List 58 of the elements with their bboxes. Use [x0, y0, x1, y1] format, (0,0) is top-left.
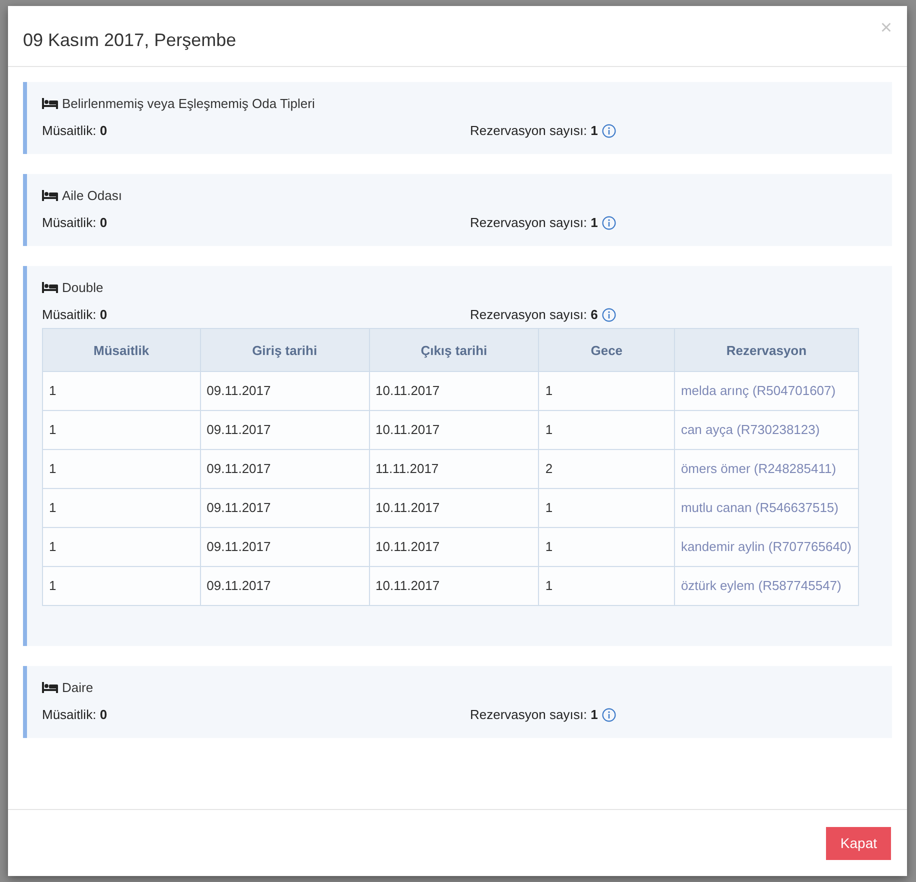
table-cell: 1 [42, 528, 200, 566]
bed-icon [42, 190, 58, 201]
info-icon[interactable] [602, 124, 616, 138]
table-cell: 11.11.2017 [369, 450, 539, 488]
reservation-count-text: Rezervasyon sayısı: 1 [470, 215, 598, 230]
table-cell: 10.11.2017 [369, 566, 539, 606]
reservation-link[interactable]: ömers ömer (R248285411) [680, 461, 836, 476]
reservation-count-text: Rezervasyon sayısı: 1 [470, 707, 598, 722]
table-cell: 1 [42, 488, 200, 528]
table-cell: 1 [538, 488, 674, 528]
reservation-link[interactable]: melda arınç (R504701607) [680, 383, 836, 398]
table-cell: 09.11.2017 [200, 528, 370, 566]
availability-text: Müsaitlik: 0 [42, 707, 108, 722]
column-header: Çıkış tarihi [369, 328, 539, 372]
room-type-name: Belirlenmemiş veya Eşleşmemiş Oda Tipleri [62, 96, 315, 111]
info-icon[interactable] [602, 308, 616, 322]
room-type-name: Daire [62, 680, 94, 695]
table-cell: 1 [42, 566, 200, 606]
table-cell: 10.11.2017 [369, 410, 539, 450]
table-cell: 09.11.2017 [200, 410, 370, 450]
table-cell: 1 [538, 410, 674, 450]
table-cell: 09.11.2017 [200, 450, 370, 488]
room-type-name: Double [62, 280, 104, 295]
availability-text: Müsaitlik: 0 [42, 215, 108, 230]
table-cell: 1 [538, 372, 674, 410]
table-cell: 10.11.2017 [369, 528, 539, 566]
table-cell: 09.11.2017 [200, 488, 370, 528]
bed-icon [42, 282, 58, 293]
info-icon[interactable] [602, 708, 616, 722]
column-header: Rezervasyon [674, 328, 858, 372]
availability-text: Müsaitlik: 0 [42, 123, 108, 138]
table-cell: 09.11.2017 [200, 372, 370, 410]
close-button[interactable]: × [880, 18, 892, 38]
column-header: Gece [538, 328, 674, 372]
close-button[interactable]: Kapat [826, 826, 891, 860]
reservation-count-text: Rezervasyon sayısı: 6 [470, 307, 598, 322]
table-cell: 2 [538, 450, 674, 488]
info-icon[interactable] [602, 216, 616, 230]
reservation-link[interactable]: öztürk eylem (R587745547) [680, 578, 842, 593]
modal-title: 09 Kasım 2017, Perşembe [23, 30, 236, 50]
table-cell: 09.11.2017 [200, 566, 370, 606]
table-cell: 1 [42, 450, 200, 488]
column-header: Giriş tarihi [200, 328, 370, 372]
reservation-link[interactable]: mutlu canan (R546637515) [680, 500, 838, 515]
table-cell: 10.11.2017 [369, 372, 539, 410]
column-header: Müsaitlik [42, 328, 200, 372]
reservation-link[interactable]: kandemir aylin (R707765640) [680, 539, 852, 554]
reservation-link[interactable]: can ayça (R730238123) [680, 422, 820, 437]
bed-icon [42, 98, 58, 109]
table-cell: 1 [538, 528, 674, 566]
table-cell: 1 [538, 566, 674, 606]
table-cell: 1 [42, 410, 200, 450]
bed-icon [42, 682, 58, 693]
table-cell: 10.11.2017 [369, 488, 539, 528]
availability-text: Müsaitlik: 0 [42, 307, 108, 322]
room-type-name: Aile Odası [62, 188, 122, 203]
table-cell: 1 [42, 372, 200, 410]
reservation-count-text: Rezervasyon sayısı: 1 [470, 123, 598, 138]
